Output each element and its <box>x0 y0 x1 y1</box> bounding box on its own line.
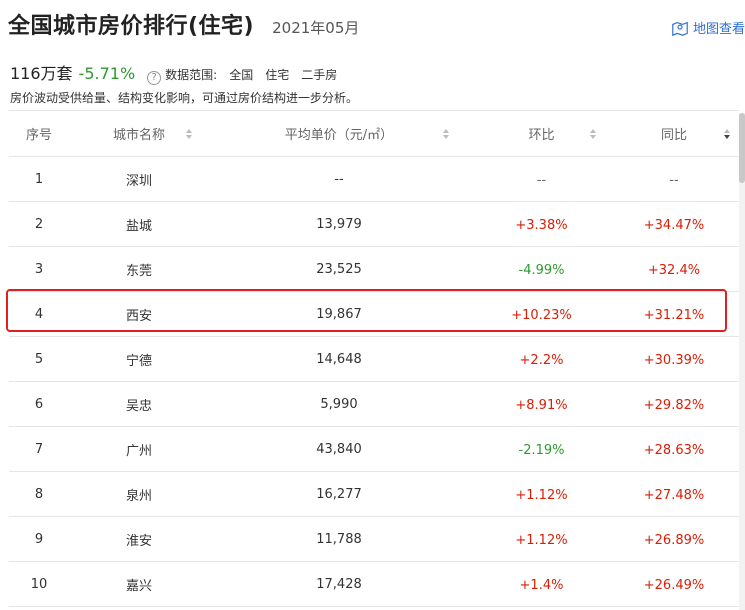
cell-mom: +3.38% <box>515 217 568 233</box>
cell-yoy: +26.89% <box>643 532 705 548</box>
question-circle-icon[interactable]: ? <box>147 71 162 85</box>
cell-yoy: +26.49% <box>643 577 705 593</box>
sort-arrows-icon[interactable] <box>185 111 193 156</box>
scope-label: 数据范围: <box>165 68 218 82</box>
cell-city: 宁德 <box>125 353 152 369</box>
map-view-label: 地图查看 <box>692 22 745 37</box>
cell-price: -- <box>334 171 344 187</box>
cell-yoy: -- <box>669 172 679 188</box>
cell-mom: +2.2% <box>519 352 564 368</box>
sort-arrows-icon[interactable] <box>589 111 597 156</box>
cell-rank: 7 <box>34 441 44 457</box>
cell-city: 泉州 <box>125 488 152 504</box>
table-row[interactable]: 4 西安 19,867 +10.23% +31.21% <box>9 292 739 337</box>
sort-arrows-icon[interactable] <box>723 111 731 156</box>
cell-city: 盐城 <box>125 218 152 234</box>
cell-yoy: +34.47% <box>643 217 705 233</box>
page-header: 全国城市房价排行(住宅) 2021年05月 <box>8 8 359 42</box>
cell-mom: +8.91% <box>515 397 568 413</box>
header-yoy[interactable]: 同比 <box>609 111 739 156</box>
cell-yoy: +27.48% <box>643 487 705 503</box>
cell-price: 43,840 <box>316 441 362 457</box>
scrollbar-thumb[interactable] <box>739 113 745 183</box>
cell-yoy: +31.21% <box>643 307 705 323</box>
cell-city: 嘉兴 <box>125 578 152 594</box>
cell-rank: 4 <box>34 306 44 322</box>
cell-mom: +1.12% <box>515 487 568 503</box>
report-date: 2021年05月 <box>272 19 360 37</box>
overall-change: -5.71% <box>78 64 136 83</box>
cell-rank: 3 <box>34 261 44 277</box>
table-body: 1 深圳 -- -- -- 2 盐城 13,979 +3.38% +34.47% 3 东莞 23,525… <box>9 157 739 607</box>
listing-count: 116万套 <box>10 64 73 83</box>
table-row[interactable]: 8 泉州 16,277 +1.12% +27.48% <box>9 472 739 517</box>
header-price[interactable]: 平均单价（元/㎡） <box>239 111 439 156</box>
cell-mom: +1.4% <box>519 577 564 593</box>
cell-price: 14,648 <box>316 351 362 367</box>
cell-city: 淮安 <box>125 533 152 549</box>
cell-city: 西安 <box>125 308 152 324</box>
cell-rank: 5 <box>34 351 44 367</box>
cell-price: 19,867 <box>316 306 362 322</box>
scope-item-region: 全国 <box>229 68 254 82</box>
table-row[interactable]: 10 嘉兴 17,428 +1.4% +26.49% <box>9 562 739 607</box>
cell-price: 11,788 <box>316 531 362 547</box>
scope-item-market: 二手房 <box>301 68 338 82</box>
cell-city: 吴忠 <box>125 398 152 414</box>
cell-rank: 9 <box>34 531 44 547</box>
map-view-link[interactable]: 地图查看 <box>671 18 745 37</box>
analysis-note: 房价波动受供给量、结构变化影响，可通过房价结构进一步分析。 <box>10 91 359 105</box>
scrollbar-track[interactable] <box>739 113 745 610</box>
scope-item-type: 住宅 <box>265 68 290 82</box>
ranking-table: 序号 城市名称 平均单价（元/㎡） 环比 同比 1 深圳 -- -- -- 2 盐城 13,9… <box>9 110 739 607</box>
cell-rank: 10 <box>30 576 48 592</box>
page-title: 全国城市房价排行(住宅) <box>8 14 255 39</box>
cell-mom: -- <box>536 172 547 188</box>
cell-mom: -4.99% <box>518 262 565 278</box>
cell-mom: -2.19% <box>518 442 565 458</box>
cell-city: 广州 <box>125 443 152 459</box>
table-row[interactable]: 5 宁德 14,648 +2.2% +30.39% <box>9 337 739 382</box>
cell-mom: +1.12% <box>515 532 568 548</box>
cell-rank: 6 <box>34 396 44 412</box>
cell-price: 13,979 <box>316 216 362 232</box>
cell-rank: 8 <box>34 486 44 502</box>
cell-city: 东莞 <box>125 263 152 279</box>
cell-city: 深圳 <box>125 173 152 189</box>
cell-yoy: +29.82% <box>643 397 705 413</box>
table-row[interactable]: 9 淮安 11,788 +1.12% +26.89% <box>9 517 739 562</box>
cell-rank: 2 <box>34 216 44 232</box>
cell-price: 23,525 <box>316 261 362 277</box>
cell-price: 16,277 <box>316 486 362 502</box>
cell-yoy: +32.4% <box>647 262 701 278</box>
map-pin-icon <box>672 21 688 36</box>
cell-price: 5,990 <box>320 396 358 412</box>
table-row[interactable]: 2 盐城 13,979 +3.38% +34.47% <box>9 202 739 247</box>
cell-price: 17,428 <box>316 576 362 592</box>
table-header: 序号 城市名称 平均单价（元/㎡） 环比 同比 <box>9 111 739 157</box>
cell-rank: 1 <box>34 171 44 187</box>
table-row[interactable]: 1 深圳 -- -- -- <box>9 157 739 202</box>
sort-arrows-icon[interactable] <box>442 111 450 156</box>
cell-yoy: +28.63% <box>643 442 705 458</box>
table-row[interactable]: 6 吴忠 5,990 +8.91% +29.82% <box>9 382 739 427</box>
header-rank: 序号 <box>25 128 52 143</box>
cell-mom: +10.23% <box>511 307 572 323</box>
summary-bar: 116万套 -5.71% ? 数据范围: 全国 住宅 二手房 <box>10 60 338 85</box>
table-row[interactable]: 7 广州 43,840 -2.19% +28.63% <box>9 427 739 472</box>
table-row[interactable]: 3 东莞 23,525 -4.99% +32.4% <box>9 247 739 292</box>
cell-yoy: +30.39% <box>643 352 705 368</box>
